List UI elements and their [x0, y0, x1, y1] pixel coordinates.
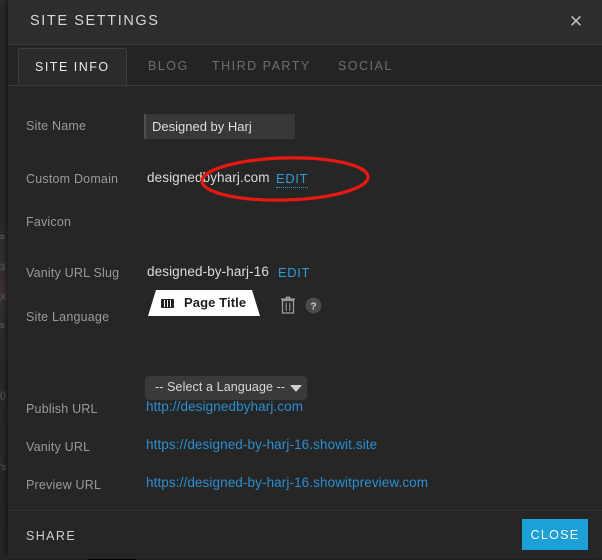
background-glyph: 's	[0, 462, 7, 472]
modal-title: SITE SETTINGS	[30, 13, 160, 29]
publish-url-label: Publish URL	[26, 402, 98, 416]
tab-social[interactable]: SOCIAL	[322, 48, 409, 85]
close-icon[interactable]: ✕	[564, 10, 588, 34]
background-glyph: ≡	[0, 232, 6, 242]
tab-third-party[interactable]: THIRD PARTY	[196, 48, 327, 85]
preview-url-link[interactable]: https://designed-by-harj-16.showitprevie…	[146, 475, 428, 490]
trash-icon-svg	[281, 296, 295, 314]
svg-text:?: ?	[310, 300, 316, 312]
modal-body: Site Name Custom Domain designedbyharj.c…	[8, 86, 602, 510]
vanity-slug-label: Vanity URL Slug	[26, 266, 120, 280]
preview-url-label: Preview URL	[26, 478, 102, 492]
custom-domain-edit-link[interactable]: EDIT	[276, 171, 309, 188]
site-settings-modal: SITE SETTINGS ✕ SITE INFO BLOG THIRD PAR…	[8, 0, 602, 559]
background-glyph: X	[0, 292, 7, 302]
background-glyph: ()	[0, 390, 6, 400]
help-icon-svg: ?	[305, 297, 322, 314]
custom-domain-value: designedbyharj.com	[147, 170, 270, 185]
site-language-label: Site Language	[26, 310, 110, 324]
tab-bar: SITE INFO BLOG THIRD PARTY SOCIAL	[8, 45, 602, 86]
background-glyph: s	[0, 320, 5, 330]
tab-blog[interactable]: BLOG	[132, 48, 205, 85]
chevron-down-icon	[290, 385, 302, 392]
share-button[interactable]: SHARE	[26, 529, 76, 543]
vanity-slug-value: designed-by-harj-16	[147, 264, 269, 279]
modal-titlebar: SITE SETTINGS ✕	[8, 0, 602, 45]
custom-domain-label: Custom Domain	[26, 172, 119, 186]
vanity-url-label: Vanity URL	[26, 440, 91, 454]
site-name-label: Site Name	[26, 119, 87, 133]
site-name-input[interactable]	[144, 114, 295, 139]
modal-footer: SHARE CLOSE	[8, 510, 602, 559]
favicon-image-icon	[161, 299, 174, 308]
help-icon[interactable]: ?	[305, 297, 322, 314]
background-sidebar-sliver	[0, 0, 8, 560]
vanity-slug-edit-link[interactable]: EDIT	[278, 265, 310, 281]
vanity-url-link[interactable]: https://designed-by-harj-16.showit.site	[146, 437, 377, 452]
publish-url-link[interactable]: http://designedbyharj.com	[146, 399, 303, 414]
trash-icon[interactable]	[280, 296, 296, 314]
tab-site-info[interactable]: SITE INFO	[18, 48, 127, 85]
favicon-page-title: Page Title	[184, 295, 247, 310]
background-glyph: 3	[0, 262, 6, 272]
close-button[interactable]: CLOSE	[522, 519, 588, 550]
favicon-label: Favicon	[26, 215, 72, 229]
site-language-selected-value: -- Select a Language --	[155, 380, 286, 394]
